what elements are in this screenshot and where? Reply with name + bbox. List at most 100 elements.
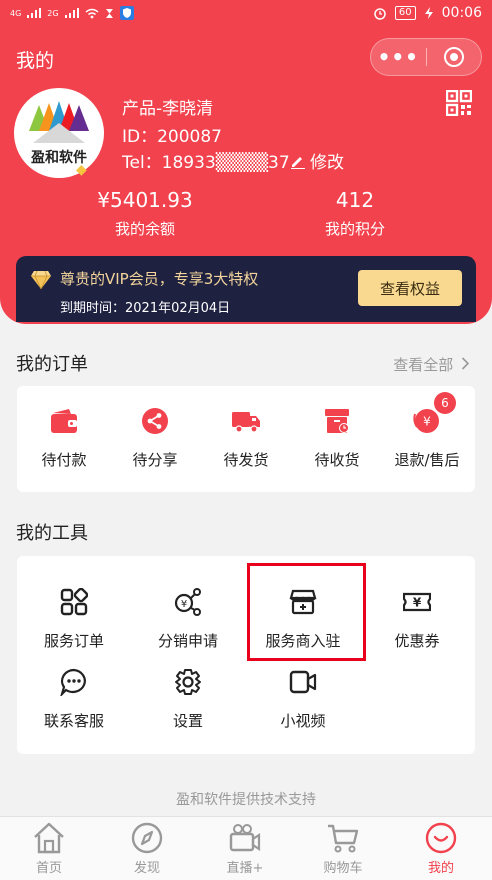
alarm-icon: [374, 8, 386, 20]
wifi-icon: [85, 8, 99, 18]
view-all-orders-link[interactable]: 查看全部: [393, 354, 470, 375]
highlight-box: [247, 563, 366, 661]
tab-cart[interactable]: 购物车: [294, 821, 392, 876]
tool-label: 优惠券: [394, 632, 440, 650]
tab-label: 首页: [35, 861, 62, 876]
tab-label: 我的: [427, 861, 454, 876]
order-pending-share[interactable]: 待分享: [110, 406, 200, 470]
settings-icon: [175, 669, 201, 695]
tool-label: 服务订单: [43, 632, 104, 650]
coupon-icon: ¥: [402, 592, 432, 612]
vip-title: 尊贵的VIP会员，专享3大特权: [60, 270, 259, 288]
grid-icon: [60, 587, 89, 616]
box-icon: [325, 409, 349, 433]
truck-icon: [232, 412, 260, 433]
view-all-label: 查看全部: [393, 356, 454, 374]
tool-label: 联系客服: [43, 712, 104, 730]
tool-settings[interactable]: 设置: [128, 668, 248, 731]
chat-icon: [59, 668, 86, 698]
distribution-icon: ¥: [174, 588, 201, 616]
view-benefits-button[interactable]: 查看权益: [358, 270, 462, 306]
order-pending-payment[interactable]: 待付款: [19, 406, 109, 470]
svg-text:¥: ¥: [413, 596, 422, 610]
vip-banner: 尊贵的VIP会员，专享3大特权 到期时间：2021年02月04日 查看权益: [16, 256, 476, 322]
home-icon: [34, 822, 64, 854]
orders-card: 待付款 待分享 待发货 待收货 ¥ 6 退款/售后: [17, 386, 475, 492]
tool-customer-service[interactable]: 联系客服: [14, 668, 134, 731]
signal-2g-icon: 2G: [47, 8, 59, 18]
tab-home[interactable]: 首页: [0, 821, 98, 876]
tab-discover[interactable]: 发现: [98, 821, 196, 876]
tools-section-title: 我的工具: [16, 523, 88, 544]
cart-icon: [328, 824, 359, 853]
order-label: 退款/售后: [394, 451, 460, 469]
order-pending-receipt[interactable]: 待收货: [292, 406, 382, 470]
balance-stat[interactable]: ¥5401.93 我的余额: [55, 188, 235, 239]
smile-icon: [425, 822, 457, 854]
balance-label: 我的余额: [114, 220, 175, 238]
qr-code-icon[interactable]: [446, 90, 472, 116]
tool-distribution-apply[interactable]: ¥ 分销申请: [128, 588, 248, 651]
signal-4g-icon: 4G: [10, 8, 22, 18]
edit-label: 修改: [310, 153, 344, 173]
points-value: 412: [335, 188, 375, 212]
user-id: ID：200087: [122, 127, 222, 147]
more-button[interactable]: •••: [371, 45, 426, 69]
user-name: 产品-李晓清: [122, 99, 214, 119]
order-label: 待收货: [314, 451, 360, 469]
bottom-tab-bar: 首页 发现 直播+ 购物车 我的: [0, 816, 492, 880]
tab-label: 直播+: [226, 861, 264, 876]
mini-program-capsule: •••: [370, 38, 482, 76]
camera-icon: [229, 824, 261, 852]
order-label: 待付款: [41, 451, 87, 469]
svg-text:¥: ¥: [181, 599, 187, 610]
orders-section-title: 我的订单: [16, 354, 88, 375]
tool-coupons[interactable]: ¥ 优惠券: [357, 588, 477, 651]
page-title: 我的: [16, 50, 55, 72]
signal-bars-icon: [27, 8, 42, 18]
tool-service-orders[interactable]: 服务订单: [14, 587, 134, 651]
tab-mine[interactable]: 我的: [392, 821, 490, 876]
avatar[interactable]: 盈和软件: [14, 88, 104, 178]
profile-header: 我的 ••• 盈和软件 ◆ 产品-李晓清 ID：200087 Tel：18933…: [0, 28, 492, 324]
tools-card: 服务订单 ¥ 分销申请 服务商入驻 ¥ 优惠券 联系客服 设置 小视频: [17, 556, 475, 754]
user-tel: Tel：18933▒▒▒▒37: [122, 153, 290, 173]
tab-label: 发现: [133, 861, 160, 876]
shield-icon: [119, 6, 134, 20]
wallet-icon: [51, 409, 77, 433]
tool-label: 小视频: [280, 712, 326, 730]
tool-label: 设置: [172, 712, 203, 730]
brand-logo-text: 盈和软件: [31, 150, 87, 166]
signal-bars-2-icon: [64, 8, 79, 18]
points-stat[interactable]: 412 我的积分: [265, 188, 445, 239]
battery-level: 60: [394, 6, 416, 20]
status-left-icons: 4G 2G: [10, 6, 134, 20]
order-pending-shipment[interactable]: 待发货: [201, 406, 291, 470]
order-refund-aftersale[interactable]: ¥ 6 退款/售后: [382, 392, 472, 470]
pencil-icon: [291, 156, 305, 169]
order-label: 待分享: [132, 451, 178, 469]
vip-diamond-icon: ◆: [76, 162, 87, 178]
target-icon: [443, 47, 464, 67]
refund-count-badge: 6: [434, 392, 456, 414]
tool-short-video[interactable]: 小视频: [243, 668, 363, 731]
status-bar: 4G 2G 60 00:06: [0, 0, 492, 28]
vip-expire-date: 到期时间：2021年02月04日: [60, 301, 231, 316]
points-label: 我的积分: [324, 220, 385, 238]
status-right-icons: 60 00:06: [373, 5, 482, 21]
vip-diamond-icon: [31, 270, 51, 290]
balance-value: ¥5401.93: [97, 188, 193, 212]
share-icon: [142, 408, 168, 434]
tool-label: 分销申请: [157, 632, 218, 650]
svg-text:¥: ¥: [423, 415, 431, 429]
brand-logo-icon: [29, 101, 89, 143]
edit-profile-button[interactable]: 修改: [290, 148, 344, 173]
charging-icon: [424, 7, 433, 19]
video-icon: [289, 670, 317, 694]
hourglass-icon: [105, 8, 113, 18]
close-program-button[interactable]: [426, 47, 481, 67]
tech-support-note: 盈和软件提供技术支持: [176, 792, 316, 808]
tab-label: 购物车: [323, 861, 363, 876]
order-label: 待发货: [223, 451, 269, 469]
tab-live[interactable]: 直播+: [196, 821, 294, 876]
